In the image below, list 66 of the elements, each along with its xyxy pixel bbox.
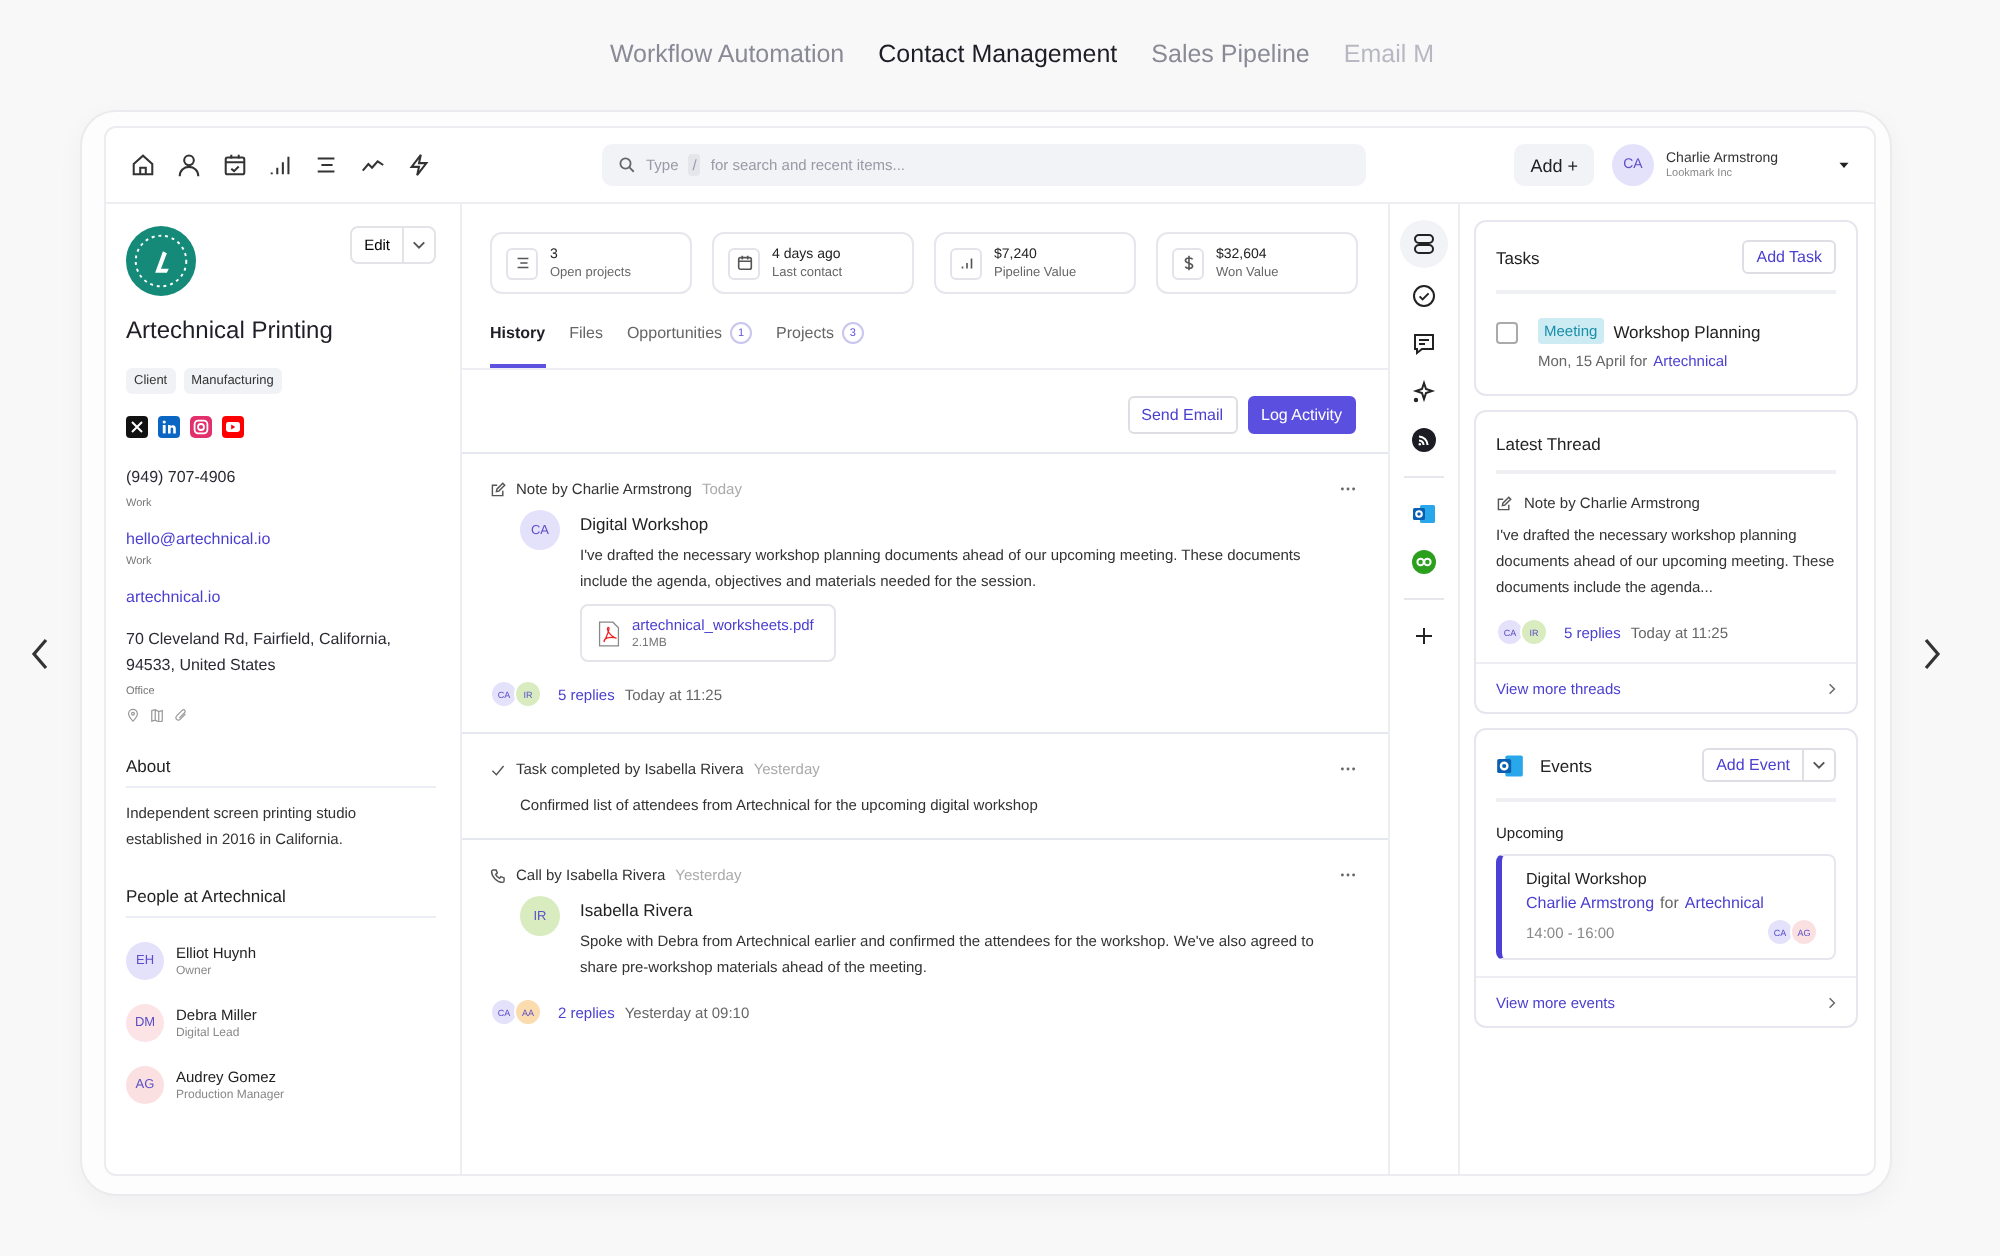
section-title: People at Artechnical (126, 886, 436, 918)
sparkle-icon[interactable] (1412, 380, 1436, 404)
company-logo (126, 226, 196, 296)
dollar-icon (1179, 254, 1197, 272)
x-social-icon[interactable] (126, 416, 148, 438)
log-activity-button[interactable]: Log Activity (1247, 396, 1356, 434)
search-icon (618, 156, 636, 174)
company-name: Artechnical Printing (126, 316, 335, 344)
signal-bars-icon[interactable] (268, 152, 294, 178)
bar-chart-icon (957, 254, 975, 272)
calendar-icon (735, 254, 753, 272)
section-title: About (126, 756, 436, 788)
joiner-text: for (1660, 894, 1679, 912)
company-link[interactable]: Artechnical (1684, 894, 1764, 912)
feed-circle-icon[interactable] (1412, 428, 1436, 452)
more-options-icon[interactable] (1340, 872, 1356, 878)
outlook-icon (1496, 751, 1524, 779)
youtube-icon[interactable] (222, 416, 244, 438)
add-event-button[interactable]: Add Event (1702, 748, 1804, 782)
chat-icon[interactable] (1412, 332, 1436, 356)
task-title: Workshop Planning (1613, 321, 1761, 341)
task-checkbox[interactable] (1496, 322, 1518, 344)
tab[interactable]: History (490, 318, 546, 368)
calendar-icon[interactable] (222, 152, 248, 178)
more-options-icon[interactable] (1340, 766, 1356, 772)
email-link[interactable]: hello@artechnical.io (126, 530, 436, 548)
card-title: Events (1540, 755, 1592, 775)
checkmark-icon (490, 761, 506, 777)
lightning-icon[interactable] (406, 152, 432, 178)
edit-note-icon (1496, 495, 1512, 511)
outlook-icon[interactable] (1412, 502, 1436, 526)
linkedin-icon[interactable] (158, 416, 180, 438)
edit-note-icon (490, 481, 506, 497)
add-task-button[interactable]: Add Task (1742, 240, 1836, 274)
send-email-button[interactable]: Send Email (1127, 396, 1238, 434)
caret-icon (412, 240, 426, 250)
instagram-icon[interactable] (190, 416, 212, 438)
person-link[interactable]: Charlie Armstrong (1526, 894, 1655, 912)
more-options-icon[interactable] (1340, 486, 1356, 492)
chevron-right-icon[interactable] (1828, 682, 1836, 696)
address-text: 70 Cleveland Rd, Fairfield, California, 94533, United States (126, 628, 394, 678)
card-title: Tasks (1496, 247, 1540, 267)
location-pin-icon[interactable] (126, 708, 140, 722)
plus-icon[interactable] (1412, 624, 1436, 648)
map-icon[interactable] (150, 708, 164, 722)
home-icon[interactable] (130, 152, 156, 178)
activity-heading: Digital Workshop (580, 514, 711, 534)
website-link[interactable]: artechnical.io (126, 588, 436, 606)
tab[interactable]: Files (569, 318, 603, 368)
event-title: Digital Workshop (1526, 870, 1649, 888)
phone-icon (490, 867, 506, 883)
caret-icon[interactable] (1838, 160, 1850, 170)
person-icon[interactable] (176, 152, 202, 178)
showcase-tab[interactable]: Contact Management (878, 39, 1118, 67)
add-button[interactable]: Add + (1514, 144, 1594, 186)
pdf-file-icon (598, 619, 620, 647)
stack-icon[interactable] (1400, 220, 1448, 268)
caret-icon (1812, 760, 1826, 770)
check-circle-icon[interactable] (1412, 284, 1436, 308)
paperclip-icon[interactable] (174, 708, 188, 722)
phone-number: (949) 707-4906 (126, 466, 238, 490)
activity-heading: Isabella Rivera (580, 900, 695, 920)
lines-icon[interactable] (314, 152, 340, 178)
card-title: Latest Thread (1496, 434, 1601, 454)
lines-icon (513, 254, 531, 272)
chevron-right-icon[interactable] (1828, 996, 1836, 1010)
